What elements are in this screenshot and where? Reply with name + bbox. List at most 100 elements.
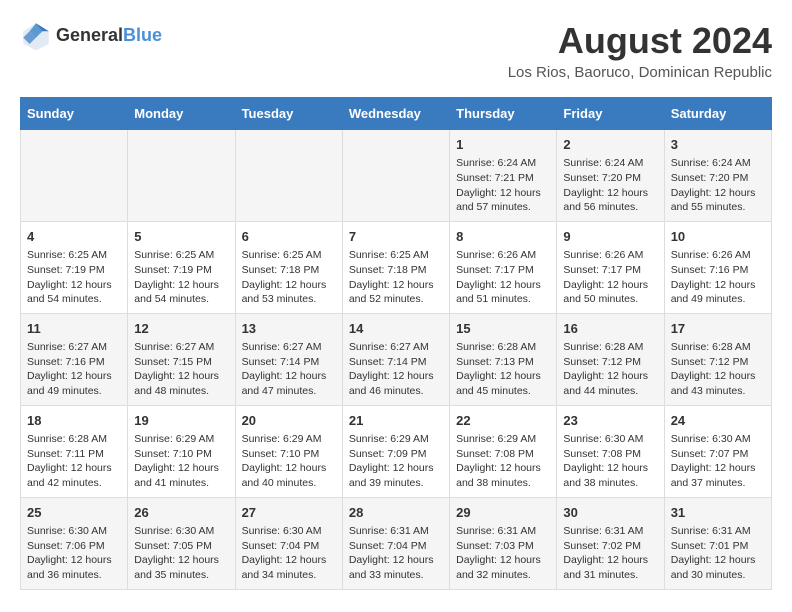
week-row-3: 11 Sunrise: 6:27 AMSunset: 7:16 PMDayligh… — [21, 313, 772, 405]
calendar-cell: 22 Sunrise: 6:29 AMSunset: 7:08 PMDayligh… — [450, 405, 557, 497]
day-info: Sunrise: 6:28 AMSunset: 7:12 PMDaylight:… — [563, 340, 657, 399]
day-info: Sunrise: 6:31 AMSunset: 7:02 PMDaylight:… — [563, 524, 657, 583]
week-row-4: 18 Sunrise: 6:28 AMSunset: 7:11 PMDayligh… — [21, 405, 772, 497]
day-number: 22 — [456, 412, 550, 430]
calendar-cell: 17Sunrise: 6:28 AMSunset: 7:12 PMDayligh… — [664, 313, 771, 405]
day-number: 10 — [671, 228, 765, 246]
day-number: 18 — [27, 412, 121, 430]
week-row-1: 1Sunrise: 6:24 AMSunset: 7:21 PMDaylight… — [21, 130, 772, 222]
day-number: 9 — [563, 228, 657, 246]
day-info: Sunrise: 6:31 AMSunset: 7:04 PMDaylight:… — [349, 524, 443, 583]
month-title: August 2024 — [508, 20, 772, 62]
day-number: 21 — [349, 412, 443, 430]
day-number: 16 — [563, 320, 657, 338]
day-info: Sunrise: 6:26 AMSunset: 7:17 PMDaylight:… — [563, 248, 657, 307]
day-info: Sunrise: 6:29 AMSunset: 7:08 PMDaylight:… — [456, 432, 550, 491]
day-number: 25 — [27, 504, 121, 522]
calendar-cell: 19 Sunrise: 6:29 AMSunset: 7:10 PMDayligh… — [128, 405, 235, 497]
day-info: Sunrise: 6:27 AMSunset: 7:14 PMDaylight:… — [242, 340, 336, 399]
day-number: 28 — [349, 504, 443, 522]
day-number: 14 — [349, 320, 443, 338]
day-info: Sunrise: 6:30 AMSunset: 7:08 PMDaylight:… — [563, 432, 657, 491]
day-info: Sunrise: 6:29 AMSunset: 7:10 PMDaylight:… — [134, 432, 228, 491]
weekday-sunday: Sunday — [21, 98, 128, 130]
day-info: Sunrise: 6:30 AMSunset: 7:07 PMDaylight:… — [671, 432, 765, 491]
calendar-cell: 29 Sunrise: 6:31 AMSunset: 7:03 PMDayligh… — [450, 497, 557, 589]
calendar-cell: 26Sunrise: 6:30 AMSunset: 7:05 PMDayligh… — [128, 497, 235, 589]
day-info: Sunrise: 6:27 AMSunset: 7:16 PMDaylight:… — [27, 340, 121, 399]
calendar-body: 1Sunrise: 6:24 AMSunset: 7:21 PMDaylight… — [21, 130, 772, 590]
weekday-saturday: Saturday — [664, 98, 771, 130]
calendar-cell: 21 Sunrise: 6:29 AMSunset: 7:09 PMDayligh… — [342, 405, 449, 497]
day-info: Sunrise: 6:28 AMSunset: 7:11 PMDaylight:… — [27, 432, 121, 491]
calendar-cell: 7 Sunrise: 6:25 AMSunset: 7:18 PMDaylight… — [342, 221, 449, 313]
day-number: 23 — [563, 412, 657, 430]
day-info: Sunrise: 6:27 AMSunset: 7:15 PMDaylight:… — [134, 340, 228, 399]
calendar-cell: 15Sunrise: 6:28 AMSunset: 7:13 PMDayligh… — [450, 313, 557, 405]
calendar-cell: 2Sunrise: 6:24 AMSunset: 7:20 PMDaylight… — [557, 130, 664, 222]
calendar-table: SundayMondayTuesdayWednesdayThursdayFrid… — [20, 97, 772, 590]
calendar-cell: 20Sunrise: 6:29 AMSunset: 7:10 PMDayligh… — [235, 405, 342, 497]
calendar-cell: 3 Sunrise: 6:24 AMSunset: 7:20 PMDaylight… — [664, 130, 771, 222]
day-number: 12 — [134, 320, 228, 338]
calendar-cell: 27Sunrise: 6:30 AMSunset: 7:04 PMDayligh… — [235, 497, 342, 589]
day-info: Sunrise: 6:25 AMSunset: 7:18 PMDaylight:… — [349, 248, 443, 307]
day-number: 29 — [456, 504, 550, 522]
day-number: 30 — [563, 504, 657, 522]
calendar-cell: 31 Sunrise: 6:31 AMSunset: 7:01 PMDayligh… — [664, 497, 771, 589]
calendar-cell: 10Sunrise: 6:26 AMSunset: 7:16 PMDayligh… — [664, 221, 771, 313]
calendar-cell: 1Sunrise: 6:24 AMSunset: 7:21 PMDaylight… — [450, 130, 557, 222]
calendar-cell: 28 Sunrise: 6:31 AMSunset: 7:04 PMDayligh… — [342, 497, 449, 589]
day-number: 7 — [349, 228, 443, 246]
day-info: Sunrise: 6:31 AMSunset: 7:01 PMDaylight:… — [671, 524, 765, 583]
day-number: 8 — [456, 228, 550, 246]
calendar-cell: 13 Sunrise: 6:27 AMSunset: 7:14 PMDayligh… — [235, 313, 342, 405]
day-number: 5 — [134, 228, 228, 246]
calendar-cell — [342, 130, 449, 222]
calendar-cell: 8 Sunrise: 6:26 AMSunset: 7:17 PMDaylight… — [450, 221, 557, 313]
day-info: Sunrise: 6:29 AMSunset: 7:09 PMDaylight:… — [349, 432, 443, 491]
calendar-cell: 16 Sunrise: 6:28 AMSunset: 7:12 PMDayligh… — [557, 313, 664, 405]
location-title: Los Rios, Baoruco, Dominican Republic — [508, 64, 772, 81]
day-number: 31 — [671, 504, 765, 522]
calendar-cell — [128, 130, 235, 222]
calendar-cell: 30 Sunrise: 6:31 AMSunset: 7:02 PMDayligh… — [557, 497, 664, 589]
day-info: Sunrise: 6:29 AMSunset: 7:10 PMDaylight:… — [242, 432, 336, 491]
day-info: Sunrise: 6:25 AMSunset: 7:19 PMDaylight:… — [27, 248, 121, 307]
weekday-thursday: Thursday — [450, 98, 557, 130]
day-info: Sunrise: 6:25 AMSunset: 7:18 PMDaylight:… — [242, 248, 336, 307]
day-info: Sunrise: 6:28 AMSunset: 7:12 PMDaylight:… — [671, 340, 765, 399]
day-number: 26 — [134, 504, 228, 522]
day-number: 13 — [242, 320, 336, 338]
day-number: 24 — [671, 412, 765, 430]
day-number: 6 — [242, 228, 336, 246]
logo-icon — [20, 20, 52, 52]
day-info: Sunrise: 6:24 AMSunset: 7:20 PMDaylight:… — [671, 156, 765, 215]
calendar-cell: 24 Sunrise: 6:30 AMSunset: 7:07 PMDayligh… — [664, 405, 771, 497]
title-area: August 2024 Los Rios, Baoruco, Dominican… — [508, 20, 772, 81]
day-info: Sunrise: 6:25 AMSunset: 7:19 PMDaylight:… — [134, 248, 228, 307]
page-header: GeneralBlue August 2024 Los Rios, Baoruc… — [20, 20, 772, 81]
day-info: Sunrise: 6:28 AMSunset: 7:13 PMDaylight:… — [456, 340, 550, 399]
day-number: 4 — [27, 228, 121, 246]
day-info: Sunrise: 6:26 AMSunset: 7:17 PMDaylight:… — [456, 248, 550, 307]
calendar-cell — [235, 130, 342, 222]
week-row-2: 4 Sunrise: 6:25 AMSunset: 7:19 PMDaylight… — [21, 221, 772, 313]
logo: GeneralBlue — [20, 20, 162, 52]
calendar-cell — [21, 130, 128, 222]
calendar-cell: 5 Sunrise: 6:25 AMSunset: 7:19 PMDaylight… — [128, 221, 235, 313]
calendar-cell: 9 Sunrise: 6:26 AMSunset: 7:17 PMDaylight… — [557, 221, 664, 313]
weekday-friday: Friday — [557, 98, 664, 130]
weekday-monday: Monday — [128, 98, 235, 130]
calendar-cell: 18 Sunrise: 6:28 AMSunset: 7:11 PMDayligh… — [21, 405, 128, 497]
day-number: 1 — [456, 136, 550, 154]
day-number: 19 — [134, 412, 228, 430]
weekday-header-row: SundayMondayTuesdayWednesdayThursdayFrid… — [21, 98, 772, 130]
day-number: 11 — [27, 320, 121, 338]
day-number: 3 — [671, 136, 765, 154]
weekday-wednesday: Wednesday — [342, 98, 449, 130]
day-info: Sunrise: 6:30 AMSunset: 7:06 PMDaylight:… — [27, 524, 121, 583]
day-info: Sunrise: 6:27 AMSunset: 7:14 PMDaylight:… — [349, 340, 443, 399]
calendar-cell: 25 Sunrise: 6:30 AMSunset: 7:06 PMDayligh… — [21, 497, 128, 589]
day-info: Sunrise: 6:31 AMSunset: 7:03 PMDaylight:… — [456, 524, 550, 583]
